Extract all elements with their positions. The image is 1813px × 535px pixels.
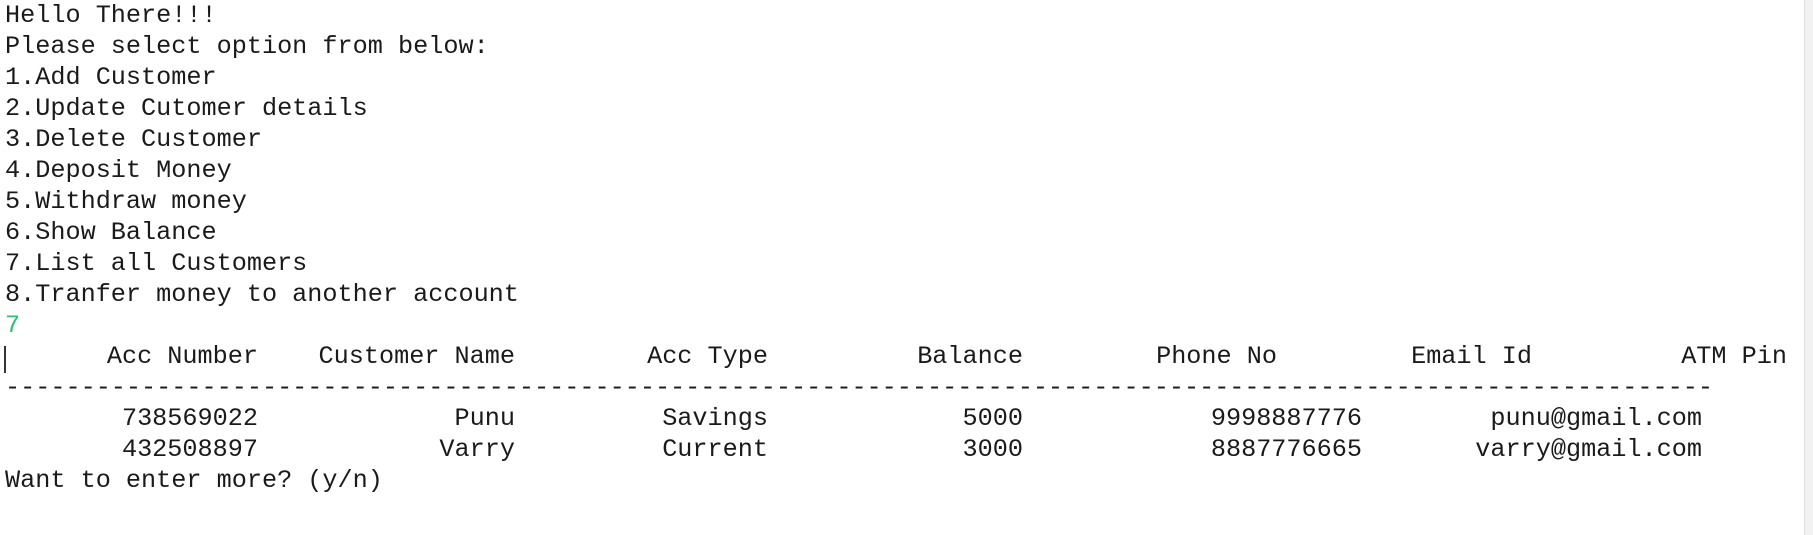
header-customer-name: Customer Name (318, 342, 516, 371)
table-row: 738569022 Punu Savings 5000 9998887776 p… (5, 403, 1805, 434)
table-row: 432508897 Varry Current 3000 8887776665 … (5, 434, 1805, 465)
header-phone-no: Phone No (1156, 342, 1277, 371)
cell-customer-name: Punu (454, 404, 515, 433)
text-cursor (4, 346, 6, 373)
table-header-row: Acc Number Customer Name Acc Type Balanc… (4, 341, 1805, 373)
cell-customer-name: Varry (439, 435, 515, 464)
cell-email-id: punu@gmail.com (1490, 404, 1702, 433)
menu-item-delete-customer: 3.Delete Customer (5, 125, 262, 154)
header-acc-number: Acc Number (106, 342, 258, 371)
vertical-scrollbar[interactable] (1804, 0, 1813, 535)
cell-acc-number: 432508897 (121, 435, 258, 464)
console-output[interactable]: Hello There!!! Please select option from… (4, 0, 1805, 535)
continue-prompt: Want to enter more? (y/n) (5, 466, 383, 495)
menu-item-deposit-money: 4.Deposit Money (5, 156, 232, 185)
header-email-id: Email Id (1411, 342, 1532, 371)
cell-acc-number: 738569022 (121, 404, 258, 433)
cell-phone-no: 8887776665 (1210, 435, 1362, 464)
cell-balance: 5000 (962, 404, 1023, 433)
user-input-echo: 7 (5, 311, 21, 340)
greeting-text: Hello There!!! (5, 1, 217, 30)
header-atm-pin: ATM Pin (1681, 342, 1787, 371)
menu-item-add-customer: 1.Add Customer (5, 63, 217, 92)
menu-item-list-customers: 7.List all Customers (5, 249, 308, 278)
table-divider: ----------------------------------------… (5, 373, 1713, 402)
header-acc-type: Acc Type (647, 342, 768, 371)
header-balance: Balance (917, 342, 1023, 371)
cell-acc-type: Savings (662, 404, 768, 433)
menu-item-update-customer: 2.Update Cutomer details (5, 94, 368, 123)
cell-email-id: varry@gmail.com (1475, 435, 1702, 464)
cell-phone-no: 9998887776 (1210, 404, 1362, 433)
menu-prompt: Please select option from below: (5, 32, 489, 61)
menu-item-transfer-money: 8.Tranfer money to another account (5, 280, 519, 309)
menu-item-show-balance: 6.Show Balance (5, 218, 217, 247)
cell-acc-type: Current (662, 435, 768, 464)
menu-item-withdraw-money: 5.Withdraw money (5, 187, 247, 216)
cell-balance: 3000 (962, 435, 1023, 464)
